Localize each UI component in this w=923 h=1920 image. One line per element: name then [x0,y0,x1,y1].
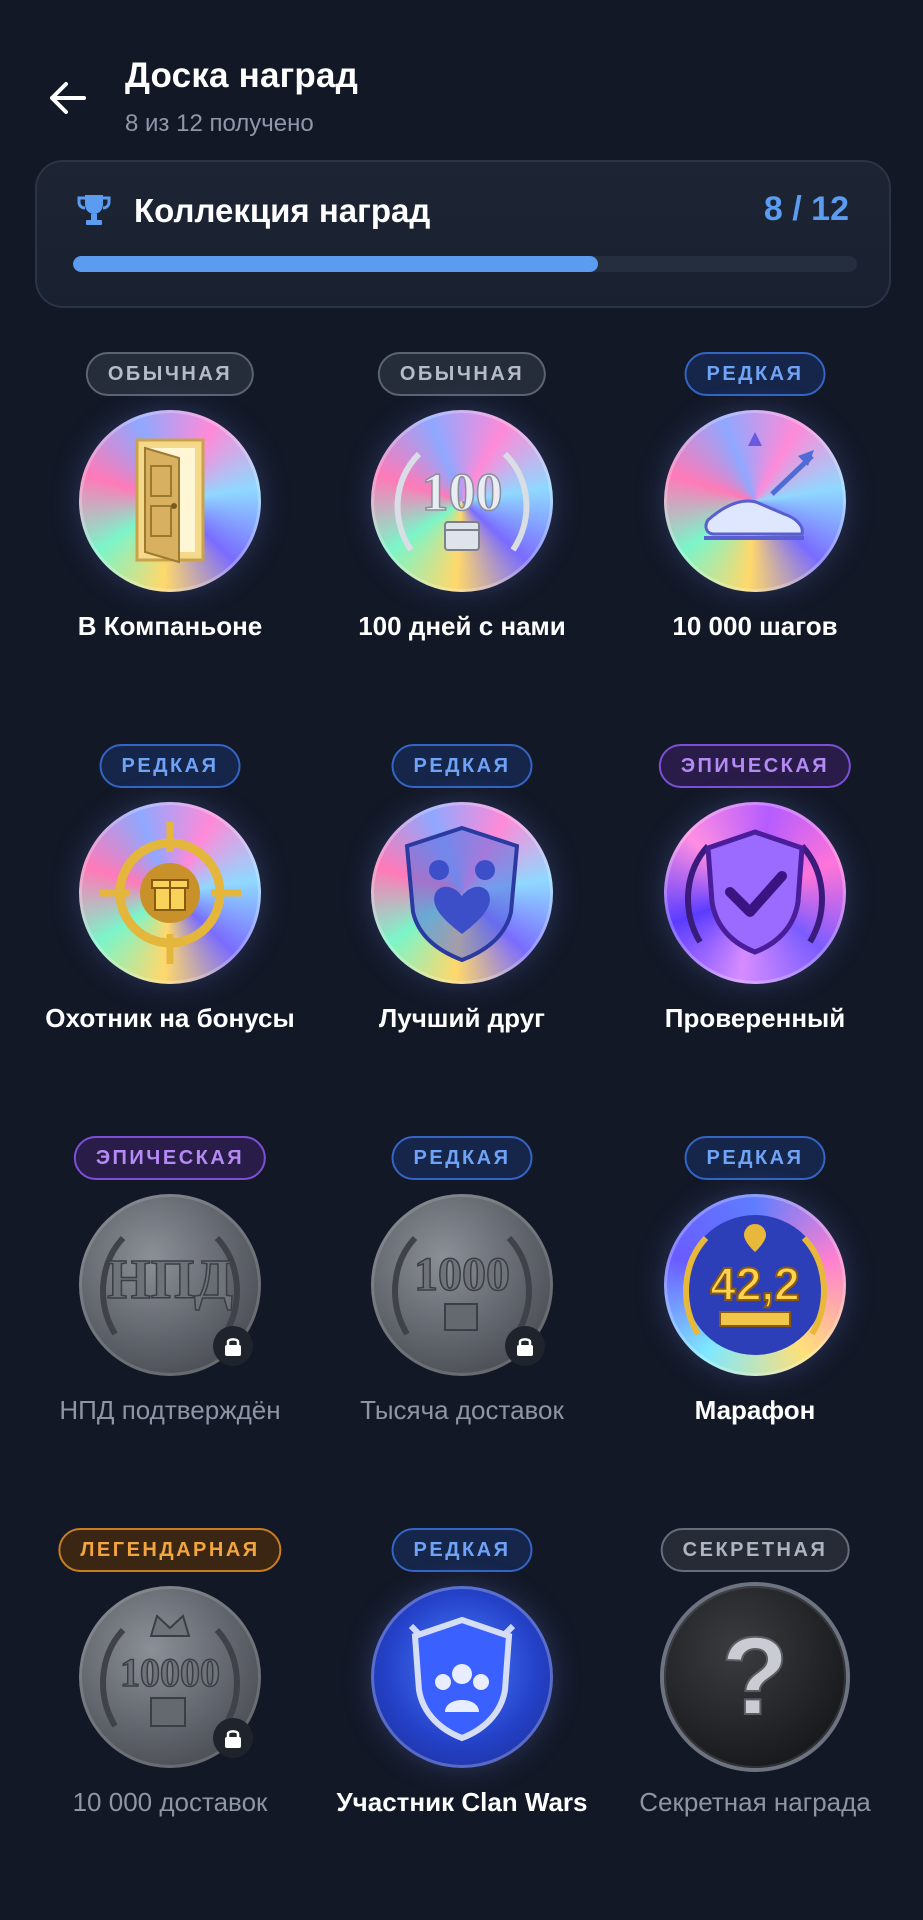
lock-icon [213,1326,253,1366]
rarity-badge: ЛЕГЕНДАРНАЯ [58,1528,282,1572]
achievement-name: Лучший друг [379,1003,545,1033]
rarity-badge: ЭПИЧЕСКАЯ [73,1136,267,1180]
rarity-badge: ОБЫЧНАЯ [85,352,255,396]
rarity-badge: СЕКРЕТНАЯ [660,1528,850,1572]
achievement-card[interactable]: РЕДКАЯ 1000 Тысяча доставок [317,1136,607,1476]
achievement-name: В Компаньоне [77,611,263,641]
trophy-icon [77,195,111,225]
achievement-name: НПД подтверждён [59,1395,281,1425]
collection-count: 8 / 12 [763,190,849,228]
lock-icon [505,1326,545,1366]
header: Доска наград 8 из 12 получено [0,0,923,150]
achievement-name: Марафон [694,1395,816,1425]
medal: 1000 [371,1194,553,1376]
achievement-name: 10 000 доставок [72,1787,268,1817]
svg-text:42,2: 42,2 [710,1258,800,1310]
friendship-shield-icon [404,825,520,963]
medal [664,802,846,984]
progress-fill [73,256,599,272]
page-title: Доска наград [125,56,359,95]
collection-progress-bar [73,256,857,272]
achievement-name: Тысяча доставок [360,1395,564,1425]
achievement-card[interactable]: РЕДКАЯ Участник Clan Wars [317,1528,607,1868]
achievement-card[interactable]: ЛЕГЕНДАРНАЯ 10000 10 000 доставок [25,1528,315,1868]
question-mark-icon: ? [720,1614,789,1739]
medal [79,410,261,592]
rarity-badge: РЕДКАЯ [99,744,241,788]
achievement-card[interactable]: РЕДКАЯ Охотник на бонусы [25,744,315,1084]
achievement-card[interactable]: РЕДКАЯ 10 000 шагов [610,352,900,692]
medal [664,410,846,592]
back-button[interactable] [40,70,96,126]
medal [79,802,261,984]
arrow-left-icon [50,82,86,114]
marathon-icon: 42,2 [683,1215,827,1355]
calendar-100-icon: 100 [394,451,530,552]
achievement-name: Проверенный [664,1003,846,1033]
svg-text:10000: 10000 [120,1650,220,1695]
svg-text:1000: 1000 [414,1248,510,1301]
medal: 100 [371,410,553,592]
medal: 42,2 [664,1194,846,1376]
rarity-badge: РЕДКАЯ [684,352,826,396]
rarity-badge: РЕДКАЯ [391,1136,533,1180]
achievement-name: Охотник на бонусы [45,1003,295,1033]
rarity-badge: ЭПИЧЕСКАЯ [658,744,852,788]
medal: 10000 [79,1586,261,1768]
achievement-card[interactable]: РЕДКАЯ Лучший друг [317,744,607,1084]
achievement-name: 10 000 шагов [672,611,838,641]
medal: ? [664,1586,846,1768]
achievement-card[interactable]: ОБЫЧНАЯ В Компаньоне [25,352,315,692]
medal: НПД [79,1194,261,1376]
achievement-card[interactable]: ЭПИЧЕСКАЯ Проверенный [610,744,900,1084]
achievement-card[interactable]: РЕДКАЯ 42,2 Марафон [610,1136,900,1476]
rarity-badge: РЕДКАЯ [391,744,533,788]
collection-title: Коллекция наград [134,192,431,229]
rarity-badge: ОБЫЧНАЯ [377,352,547,396]
achievement-card[interactable]: ЭПИЧЕСКАЯ НПД НПД подтверждён [25,1136,315,1476]
rarity-badge: РЕДКАЯ [391,1528,533,1572]
rarity-badge: РЕДКАЯ [684,1136,826,1180]
title-block: Доска наград 8 из 12 получено [125,56,358,138]
achievement-name: Секретная награда [639,1787,871,1817]
clan-shield-icon [408,1616,516,1742]
target-gift-icon [99,822,241,964]
achievement-card[interactable]: ОБЫЧНАЯ 100 100 дней с нами [317,352,607,692]
open-door-icon [135,438,205,564]
checkmark-shield-icon [685,829,825,955]
collection-progress-card: Коллекция наград 8 / 12 [35,160,891,308]
svg-text:?: ? [721,1615,788,1738]
medal [371,802,553,984]
sneaker-icon [704,432,814,540]
achievement-card[interactable]: СЕКРЕТНАЯ ? Секретная награда [610,1528,900,1868]
achievement-name: Участник Clan Wars [336,1787,588,1817]
achievement-name: 100 дней с нами [358,611,566,641]
page-subtitle: 8 из 12 получено [125,110,314,137]
medal [371,1586,553,1768]
svg-text:НПД: НПД [107,1249,233,1311]
lock-icon [213,1718,253,1758]
svg-text:100: 100 [422,462,503,522]
